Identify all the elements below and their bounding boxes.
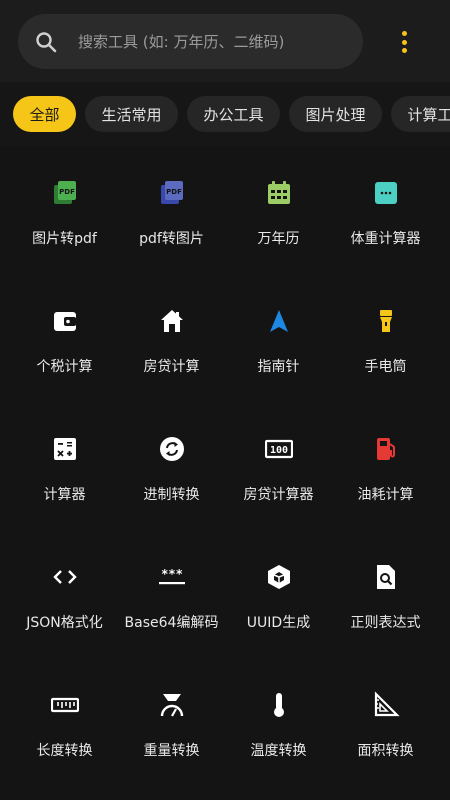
calculator-icon bbox=[53, 438, 76, 460]
weight-scale-icon bbox=[160, 694, 183, 717]
tool-label: 体重计算器 bbox=[350, 231, 421, 247]
svg-text:PDF: PDF bbox=[59, 188, 75, 196]
search-placeholder: 搜索工具 (如: 万年历、二维码) bbox=[78, 33, 285, 51]
ruler-icon bbox=[50, 697, 79, 713]
tool-label: 手电筒 bbox=[364, 359, 407, 375]
tool-calculator[interactable]: 计算器 bbox=[11, 406, 118, 534]
tool-label: 长度转换 bbox=[36, 743, 93, 759]
tab-daily[interactable]: 生活常用 bbox=[85, 96, 178, 132]
tool-label: JSON格式化 bbox=[26, 615, 103, 631]
thermometer-icon bbox=[273, 693, 284, 717]
tool-label: 进制转换 bbox=[143, 487, 200, 503]
tab-image[interactable]: 图片处理 bbox=[289, 96, 382, 132]
tool-base64[interactable]: *** Base64编解码 bbox=[118, 534, 225, 662]
tool-fuel[interactable]: 油耗计算 bbox=[332, 406, 439, 534]
tool-area[interactable]: 面积转换 bbox=[332, 662, 439, 790]
tab-calc[interactable]: 计算工具 bbox=[391, 96, 450, 132]
search-icon bbox=[36, 31, 57, 52]
tab-all[interactable]: 全部 bbox=[13, 96, 76, 132]
tool-length[interactable]: 长度转换 bbox=[11, 662, 118, 790]
wallet-icon bbox=[53, 312, 76, 331]
tool-income-tax[interactable]: 个税计算 bbox=[11, 278, 118, 406]
svg-text:PDF: PDF bbox=[166, 188, 182, 196]
pdf-image-icon: PDF bbox=[160, 181, 183, 204]
tool-label: 指南针 bbox=[257, 359, 300, 375]
tool-uuid[interactable]: UUID生成 bbox=[225, 534, 332, 662]
tool-label: Base64编解码 bbox=[124, 615, 219, 631]
tool-weight-calc[interactable]: 体重计算器 bbox=[332, 150, 439, 278]
tool-label: 油耗计算 bbox=[357, 487, 414, 503]
flashlight-icon bbox=[379, 310, 392, 332]
tool-base-convert[interactable]: 进制转换 bbox=[118, 406, 225, 534]
tool-pdf-to-image[interactable]: PDF pdf转图片 bbox=[118, 150, 225, 278]
tool-temperature[interactable]: 温度转换 bbox=[225, 662, 332, 790]
tool-label: UUID生成 bbox=[246, 615, 311, 631]
svg-text:***: *** bbox=[161, 567, 183, 581]
fuel-pump-icon bbox=[376, 438, 395, 460]
convert-cycle-icon bbox=[159, 437, 184, 461]
tool-label: 温度转换 bbox=[250, 743, 307, 759]
svg-text:100: 100 bbox=[269, 445, 287, 456]
calendar-icon bbox=[267, 181, 290, 204]
compass-arrow-icon bbox=[269, 310, 288, 332]
tool-label: 重量转换 bbox=[143, 743, 200, 759]
cube-icon bbox=[267, 565, 290, 589]
tab-office[interactable]: 办公工具 bbox=[187, 96, 280, 132]
tool-label: pdf转图片 bbox=[139, 231, 204, 247]
tool-mortgage[interactable]: 房贷计算 bbox=[118, 278, 225, 406]
password-icon: *** bbox=[158, 567, 185, 585]
top-bar: 搜索工具 (如: 万年历、二维码) bbox=[0, 0, 450, 82]
tool-regex[interactable]: 正则表达式 bbox=[332, 534, 439, 662]
tool-label: 万年历 bbox=[257, 231, 300, 247]
tool-calendar[interactable]: 万年历 bbox=[225, 150, 332, 278]
tool-label: 个税计算 bbox=[36, 359, 93, 375]
counter-icon: 100 bbox=[264, 439, 293, 459]
house-icon bbox=[160, 310, 183, 332]
tool-mortgage-calculator[interactable]: 100 房贷计算器 bbox=[225, 406, 332, 534]
search-bar[interactable]: 搜索工具 (如: 万年历、二维码) bbox=[18, 14, 363, 69]
tool-label: 正则表达式 bbox=[350, 615, 421, 631]
set-square-icon bbox=[374, 691, 400, 717]
scale-icon bbox=[374, 182, 397, 204]
tool-weight[interactable]: 重量转换 bbox=[118, 662, 225, 790]
category-tabs: 全部 生活常用 办公工具 图片处理 计算工具 bbox=[0, 82, 450, 146]
tool-label: 图片转pdf bbox=[32, 231, 97, 247]
tool-grid: PDF 图片转pdf PDF pdf转图片 万年历 体重计算器 个税计算 房贷计… bbox=[0, 150, 450, 800]
tool-flashlight[interactable]: 手电筒 bbox=[332, 278, 439, 406]
image-pdf-icon: PDF bbox=[53, 181, 76, 204]
file-search-icon bbox=[376, 565, 395, 589]
tool-compass[interactable]: 指南针 bbox=[225, 278, 332, 406]
tool-label: 房贷计算器 bbox=[243, 487, 314, 503]
tool-label: 面积转换 bbox=[357, 743, 414, 759]
more-menu-icon[interactable] bbox=[392, 28, 416, 56]
tool-label: 计算器 bbox=[43, 487, 86, 503]
tool-json-format[interactable]: JSON格式化 bbox=[11, 534, 118, 662]
tool-image-to-pdf[interactable]: PDF 图片转pdf bbox=[11, 150, 118, 278]
tool-label: 房贷计算 bbox=[143, 359, 200, 375]
code-brackets-icon bbox=[52, 570, 77, 584]
